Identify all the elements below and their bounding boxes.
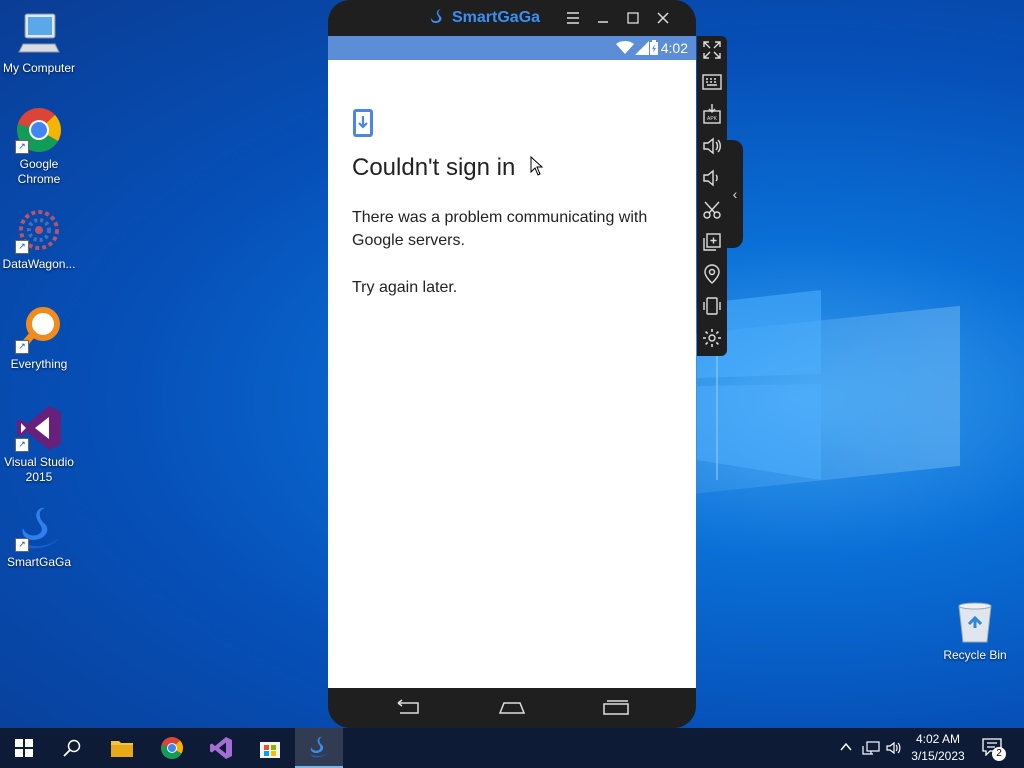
desktop-icon-everything[interactable]: ↗ Everything [1, 306, 77, 372]
clock-date: 3/15/2023 [911, 749, 965, 763]
desktop-icon-visual-studio[interactable]: ↗ Visual Studio 2015 [1, 404, 77, 485]
mouse-cursor-icon [530, 156, 544, 176]
action-center-button[interactable]: 2 [982, 738, 1006, 761]
smartgaga-swan-icon [431, 9, 442, 23]
desktop-icon-recycle-bin[interactable]: Recycle Bin [940, 600, 1010, 662]
taskbar-visual-studio[interactable] [197, 728, 245, 768]
menu-button[interactable] [562, 8, 584, 28]
dialog-title: Couldn't sign in [352, 154, 516, 181]
search-icon [63, 739, 81, 757]
svg-text:APK: APK [707, 116, 718, 122]
chevron-left-icon: ‹ [732, 186, 738, 202]
desktop-icon-label: Everything [10, 357, 68, 371]
shortcut-arrow-icon: ↗ [15, 240, 29, 254]
taskbar-smartgaga[interactable] [295, 728, 343, 768]
android-screen: 4:02 Couldn't sign in There was a proble… [328, 36, 696, 688]
network-icon[interactable] [862, 740, 880, 756]
fullscreen-icon[interactable] [701, 39, 723, 61]
taskbar-clock[interactable]: 4:02 AM 3/15/2023 [900, 731, 976, 765]
minimize-icon [598, 21, 608, 23]
windows-taskbar: 4:02 AM 3/15/2023 2 [0, 728, 1024, 768]
settings-gear-icon[interactable] [701, 327, 723, 349]
smartgaga-swan-icon: ↗ [15, 504, 63, 552]
desktop-icon-label: SmartGaGa [6, 555, 72, 569]
chrome-icon: ↗ [15, 106, 63, 154]
shortcut-arrow-icon: ↗ [15, 340, 29, 354]
chevron-up-icon[interactable] [840, 742, 852, 752]
store-icon [260, 742, 280, 758]
visual-studio-icon [210, 737, 232, 759]
recycle-bin-icon [955, 600, 995, 644]
emulator-title: SmartGaGa [452, 9, 541, 26]
shortcut-arrow-icon: ↗ [15, 538, 29, 552]
desktop-icon-label: Recycle Bin [943, 648, 1007, 662]
dialog-message: There was a problem communicating with G… [352, 209, 648, 249]
back-button-icon[interactable] [394, 698, 422, 718]
magnifier-icon: ↗ [15, 306, 63, 354]
battery-charging-icon [650, 40, 658, 55]
shake-icon[interactable] [701, 295, 723, 317]
toolbar-collapse-handle[interactable]: ‹ [727, 140, 743, 248]
desktop-icon-my-computer[interactable]: My Computer [1, 10, 77, 76]
close-icon [657, 12, 669, 24]
visual-studio-icon: ↗ [15, 404, 63, 452]
close-button[interactable] [652, 8, 674, 28]
taskbar-store[interactable] [246, 728, 294, 768]
hamburger-icon [567, 12, 579, 24]
shortcut-arrow-icon: ↗ [15, 438, 29, 452]
volume-up-icon[interactable] [701, 135, 723, 157]
dialog-hint: Try again later. [352, 279, 458, 296]
emulator-window: SmartGaGa 4:02 Couldn't sign in There wa… [328, 0, 696, 728]
emulator-side-toolbar: APK [697, 36, 727, 356]
desktop-icon-label: Google Chrome [17, 157, 61, 186]
datawagon-icon: ↗ [15, 206, 63, 254]
phone-download-icon [353, 109, 373, 137]
signal-icon [635, 41, 649, 55]
apk-install-icon[interactable]: APK [701, 103, 723, 125]
desktop-icon-label: My Computer [2, 61, 76, 75]
emulator-titlebar[interactable]: SmartGaGa [328, 0, 696, 36]
keyboard-icon[interactable] [701, 71, 723, 93]
maximize-icon [627, 12, 639, 24]
desktop-icon-label: Visual Studio 2015 [4, 455, 74, 484]
maximize-button[interactable] [622, 8, 644, 28]
computer-icon [15, 10, 63, 58]
recents-button-icon[interactable] [602, 698, 630, 718]
windows-start-icon [15, 739, 33, 757]
status-time: 4:02 [660, 40, 688, 56]
android-status-bar: 4:02 [328, 36, 696, 60]
location-pin-icon[interactable] [701, 263, 723, 285]
wifi-icon [616, 41, 634, 54]
search-button[interactable] [48, 728, 96, 768]
scissors-icon[interactable] [701, 199, 723, 221]
start-button[interactable] [0, 728, 48, 768]
minimize-button[interactable] [592, 8, 614, 28]
desktop-icon-smartgaga[interactable]: ↗ SmartGaGa [1, 504, 77, 570]
shortcut-arrow-icon: ↗ [15, 140, 29, 154]
home-button-icon[interactable] [498, 698, 526, 718]
desktop-icon-label: DataWagon... [2, 257, 76, 271]
smartgaga-swan-icon [310, 736, 329, 758]
volume-down-icon[interactable] [701, 167, 723, 189]
desktop-icon-datawagon[interactable]: ↗ DataWagon... [1, 206, 77, 272]
folder-icon [111, 741, 133, 757]
desktop-icon-google-chrome[interactable]: ↗ Google Chrome [1, 106, 77, 187]
taskbar-file-explorer[interactable] [98, 728, 146, 768]
notification-count-badge: 2 [992, 747, 1006, 761]
emulator-brand: SmartGaGa [428, 8, 540, 28]
clock-time: 4:02 AM [915, 732, 961, 746]
error-dialog: Couldn't sign in There was a problem com… [328, 60, 696, 299]
android-nav-bar [328, 688, 696, 728]
multi-instance-icon[interactable] [701, 231, 723, 253]
chrome-icon [161, 737, 183, 759]
taskbar-chrome[interactable] [148, 728, 196, 768]
